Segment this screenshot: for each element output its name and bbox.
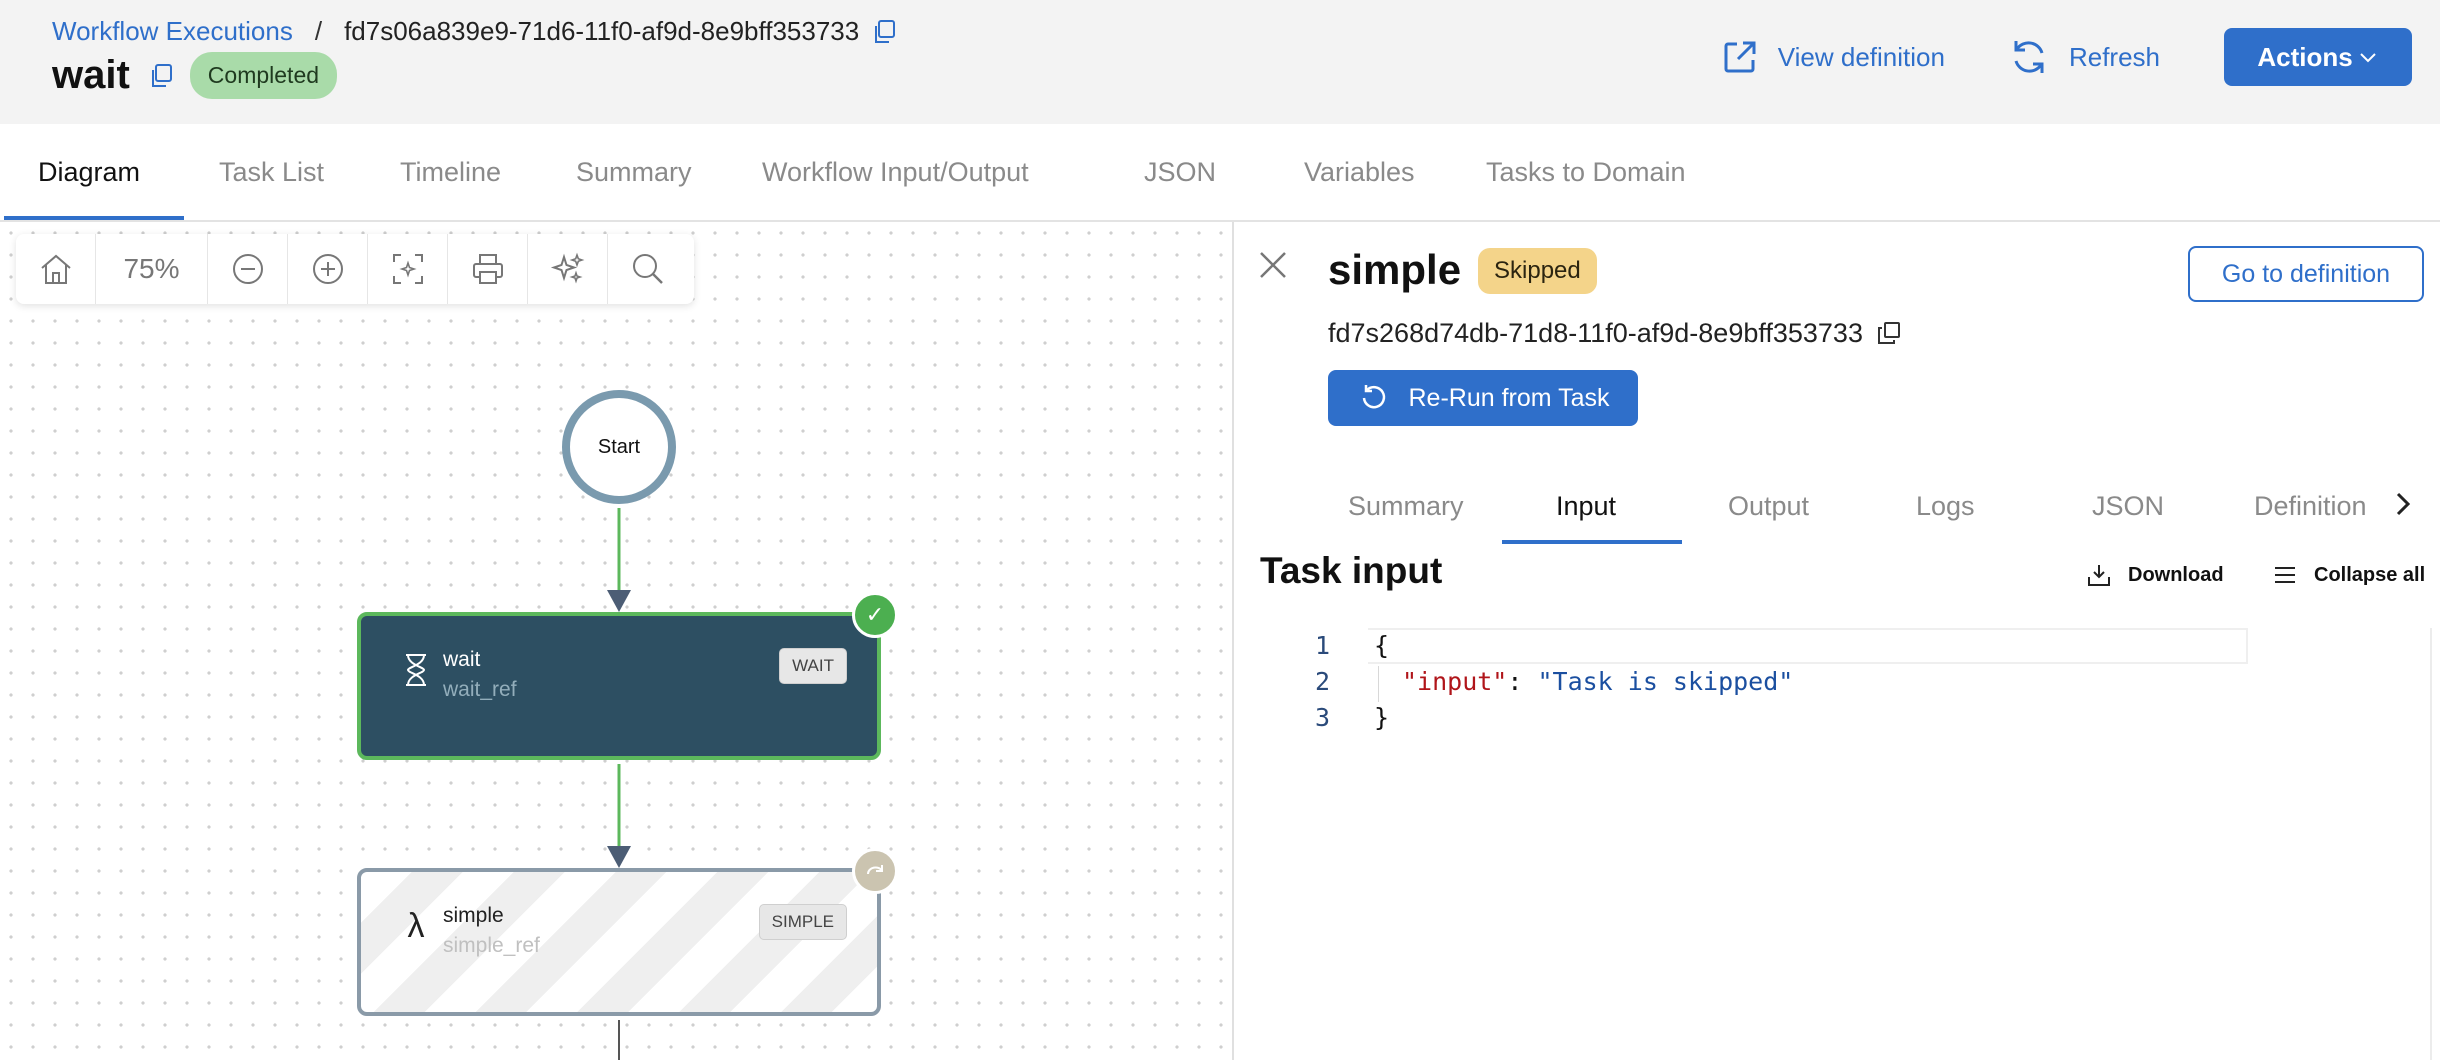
download-icon bbox=[2088, 565, 2110, 586]
tab-diagram[interactable]: Diagram bbox=[38, 124, 140, 220]
breadcrumb-workflow-executions[interactable]: Workflow Executions bbox=[52, 16, 293, 47]
copy-name-icon[interactable] bbox=[148, 63, 174, 89]
task-id-row: fd7s268d74db-71d8-11f0-af9d-8e9bff353733 bbox=[1328, 318, 1903, 349]
code-text: { bbox=[1374, 631, 1390, 660]
breadcrumb-separator: / bbox=[314, 16, 323, 46]
node-name: wait bbox=[443, 648, 481, 671]
tab-variables[interactable]: Variables bbox=[1304, 124, 1415, 220]
tab-workflow-input-output[interactable]: Workflow Input/Output bbox=[762, 124, 1029, 220]
start-node[interactable]: Start bbox=[562, 390, 676, 504]
section-title: Task input bbox=[1260, 550, 1443, 591]
view-definition-button[interactable]: View definition bbox=[1722, 39, 1945, 75]
status-badge: Completed bbox=[189, 52, 338, 99]
active-tab-indicator bbox=[4, 216, 184, 220]
refresh-icon bbox=[2014, 41, 2044, 73]
check-icon: ✓ bbox=[852, 592, 898, 638]
editor-scrollbar[interactable] bbox=[2430, 628, 2432, 1060]
workflow-title-row: wait Completed bbox=[52, 52, 338, 99]
json-value: "Task is skipped" bbox=[1537, 667, 1794, 696]
task-title: simple bbox=[1328, 246, 1462, 293]
tab-timeline[interactable]: Timeline bbox=[400, 124, 501, 220]
diagram-canvas[interactable]: 75% Start wait wait_ref WAIT ✓ λ simple … bbox=[0, 222, 1232, 1060]
task-node-wait[interactable]: wait wait_ref WAIT bbox=[357, 612, 881, 760]
line-number: 2 bbox=[1314, 667, 1330, 696]
node-ref: simple_ref bbox=[443, 934, 540, 957]
code-line: 2 "input": "Task is skipped" bbox=[1260, 664, 2430, 700]
panel-tab-summary[interactable]: Summary bbox=[1348, 476, 1464, 536]
task-id: fd7s268d74db-71d8-11f0-af9d-8e9bff353733 bbox=[1328, 318, 1863, 348]
go-to-definition-button[interactable]: Go to definition bbox=[2188, 246, 2424, 302]
execution-id: fd7s06a839e9-71d6-11f0-af9d-8e9bff353733 bbox=[344, 16, 860, 46]
chevron-down-icon bbox=[2359, 53, 2376, 63]
header-actions: View definition Refresh Actions bbox=[1722, 28, 2412, 86]
node-type-badge: WAIT bbox=[779, 648, 847, 684]
workflow-name: wait bbox=[52, 53, 130, 97]
code-line: 1 { bbox=[1260, 628, 2430, 664]
download-button[interactable]: Download bbox=[2086, 562, 2224, 588]
start-label: Start bbox=[597, 435, 641, 458]
code-text: } bbox=[1374, 703, 1390, 732]
close-icon[interactable] bbox=[1256, 248, 1290, 282]
json-key: "input" bbox=[1402, 667, 1508, 696]
tab-tasks-to-domain[interactable]: Tasks to Domain bbox=[1486, 124, 1686, 220]
download-label: Download bbox=[2128, 563, 2224, 586]
refresh-label: Refresh bbox=[2068, 41, 2160, 72]
copy-icon[interactable] bbox=[871, 19, 897, 45]
panel-tab-json[interactable]: JSON bbox=[2092, 476, 2164, 536]
task-details-panel: simple Skipped Go to definition fd7s268d… bbox=[1232, 222, 2440, 1060]
panel-active-tab-indicator bbox=[1502, 540, 1682, 544]
skip-icon bbox=[852, 848, 898, 894]
hourglass-icon bbox=[399, 650, 433, 690]
view-definition-label: View definition bbox=[1777, 41, 1945, 72]
task-status-badge: Skipped bbox=[1478, 248, 1597, 294]
lambda-icon: λ bbox=[407, 906, 425, 945]
rerun-icon bbox=[1362, 385, 1385, 409]
line-number: 1 bbox=[1314, 631, 1330, 660]
collapse-all-label: Collapse all bbox=[2314, 563, 2426, 586]
rerun-from-task-button[interactable]: Re-Run from Task bbox=[1328, 370, 1638, 426]
task-node-simple[interactable]: λ simple simple_ref SIMPLE bbox=[357, 868, 881, 1016]
panel-tab-definition[interactable]: Definition bbox=[2254, 476, 2374, 536]
code-line: 3 } bbox=[1260, 700, 2430, 736]
panel-tab-output[interactable]: Output bbox=[1728, 476, 1809, 536]
panel-tab-logs[interactable]: Logs bbox=[1916, 476, 1975, 536]
code-text: "input": "Task is skipped" bbox=[1402, 664, 1793, 700]
list-icon bbox=[2275, 567, 2295, 583]
tab-summary[interactable]: Summary bbox=[576, 124, 692, 220]
node-type-badge: SIMPLE bbox=[758, 904, 847, 940]
page-header: Workflow Executions / fd7s06a839e9-71d6-… bbox=[0, 0, 2440, 124]
line-number: 3 bbox=[1314, 703, 1330, 732]
json-colon: : bbox=[1507, 667, 1538, 696]
rerun-label: Re-Run from Task bbox=[1408, 383, 1610, 412]
node-ref: wait_ref bbox=[443, 678, 517, 701]
copy-task-id-icon[interactable] bbox=[1877, 321, 1903, 347]
main-tabs: Diagram Task List Timeline Summary Workf… bbox=[0, 124, 2440, 222]
refresh-button[interactable]: Refresh bbox=[2009, 37, 2160, 77]
breadcrumb: Workflow Executions / fd7s06a839e9-71d6-… bbox=[52, 16, 897, 47]
actions-label: Actions bbox=[2257, 41, 2353, 72]
chevron-right-icon[interactable] bbox=[2388, 484, 2418, 524]
actions-button[interactable]: Actions bbox=[2224, 28, 2412, 86]
tab-json[interactable]: JSON bbox=[1144, 124, 1216, 220]
tab-task-list[interactable]: Task List bbox=[219, 124, 324, 220]
node-name: simple bbox=[443, 904, 504, 927]
collapse-all-button[interactable]: Collapse all bbox=[2272, 562, 2425, 588]
external-link-icon bbox=[1724, 41, 1756, 73]
panel-tab-input[interactable]: Input bbox=[1556, 476, 1616, 536]
json-code-editor[interactable]: 1 { 2 "input": "Task is skipped" 3 } bbox=[1260, 628, 2432, 1060]
